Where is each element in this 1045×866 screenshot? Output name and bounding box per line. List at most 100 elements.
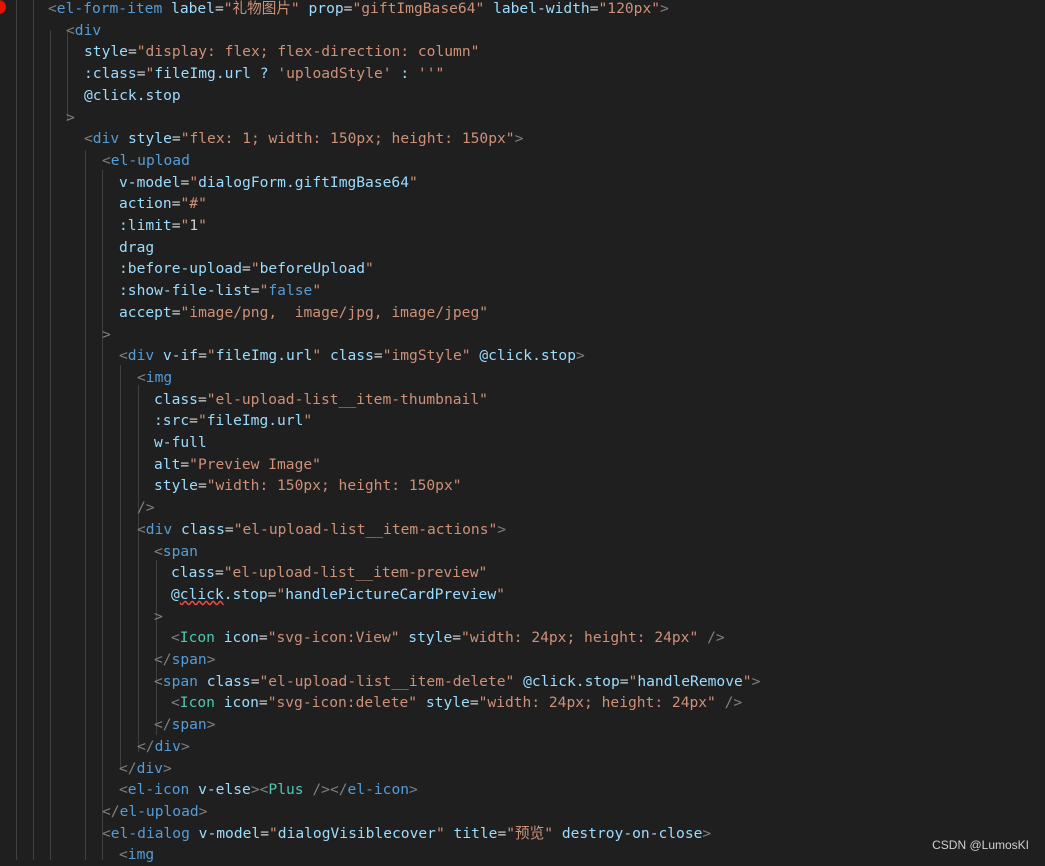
code-token: " [496, 585, 505, 603]
code-token: < [119, 781, 128, 799]
code-token: > [576, 347, 585, 365]
code-token: = [189, 412, 198, 430]
code-token: handleRemove [637, 672, 743, 690]
code-line: <div v-if="fileImg.url" class="imgStyle"… [119, 345, 585, 367]
code-line: <span class = "el-upload-list__item-delete… [154, 671, 760, 693]
code-line: <Icon icon="svg-icon:View" style="width:… [171, 627, 725, 649]
code-token: fileImg.url ? [154, 65, 278, 83]
code-token: accept [119, 303, 172, 321]
code-line: :src="fileImg.url" [154, 410, 312, 432]
code-token: false [268, 282, 313, 300]
code-line: style="width: 150px; height: 150px" [154, 475, 462, 497]
code-editor[interactable]: <el-form-item label="礼物图片" prop="giftImg… [0, 0, 1045, 864]
code-line: <el-dialog v-model="dialogVisiblecover" … [102, 823, 711, 845]
code-token: < [137, 368, 146, 386]
code-token: "width: 24px; height: 24px" [478, 694, 716, 712]
code-token: "礼物图片" [223, 0, 300, 17]
code-token: " [250, 260, 260, 278]
code-token: img [127, 846, 155, 864]
code-token: = [373, 347, 383, 365]
code-token: title [453, 824, 498, 842]
code-token: > [206, 651, 216, 668]
code-token: > [514, 130, 524, 148]
code-token: @ [171, 585, 180, 603]
code-token: > [206, 716, 216, 734]
code-token: el-form-item [56, 0, 163, 17]
code-token: "预览" [506, 824, 554, 842]
code-token: = [258, 694, 268, 712]
code-token: > [497, 520, 507, 538]
code-token: "Preview Image" [189, 455, 321, 473]
code-line: </span> [154, 649, 216, 671]
code-token: < [119, 846, 128, 864]
code-token: > [102, 325, 111, 343]
code-token: Icon [179, 629, 215, 647]
code-token: "display: flex; flex-direction: column" [136, 43, 480, 61]
code-token: < [154, 542, 163, 560]
code-token: @click.stop [84, 86, 181, 104]
code-line: <el-form-item label="礼物图片" prop="giftImg… [48, 0, 669, 20]
code-line: alt="Preview Image" [154, 454, 321, 476]
breakpoint-marker[interactable] [0, 0, 6, 14]
code-token: @click.stop [479, 347, 577, 365]
code-token: style [127, 130, 172, 148]
code-token: div [127, 347, 155, 365]
code-token: style [408, 629, 453, 647]
code-token: = [171, 217, 181, 234]
code-token: > [180, 737, 190, 755]
code-token: div [92, 130, 120, 148]
code-line: </div> [137, 736, 190, 758]
code-token: " [198, 217, 207, 234]
code-token: v-model [119, 173, 181, 191]
code-token: @click.stop [523, 672, 620, 690]
watermark: CSDN @LumosKI [932, 838, 1029, 852]
code-token: label-width [493, 0, 590, 17]
code-token: " [312, 347, 322, 365]
indent-guide [120, 365, 121, 770]
code-token: " [365, 260, 374, 278]
code-token: " [435, 65, 445, 83]
code-token: </ [119, 759, 137, 777]
code-line: action="#" [119, 193, 207, 215]
code-token: fileImg.url [206, 412, 304, 430]
code-token: "#" [180, 195, 207, 213]
code-token: span [162, 542, 198, 560]
code-token: < [102, 824, 111, 842]
code-token: > [162, 759, 172, 777]
code-token: icon [223, 629, 259, 647]
code-line: <Icon icon="svg-icon:delete" style="widt… [171, 692, 742, 714]
code-line: @click.stop [84, 85, 181, 107]
code-token: > [250, 781, 260, 799]
code-token: v-else [198, 781, 251, 799]
code-line: <span [154, 541, 198, 563]
code-token: "el-upload-list__item-thumbnail" [206, 390, 488, 408]
code-token: class [329, 347, 374, 365]
code-token: < [84, 130, 93, 148]
code-token: > [154, 607, 163, 625]
code-line: :limit="1" [119, 215, 207, 237]
code-token: div [74, 21, 102, 39]
code-token: < [154, 672, 163, 690]
code-token: el-upload [119, 802, 199, 820]
code-line: </span> [154, 714, 216, 736]
code-token: v-if [162, 347, 199, 365]
code-token: = [180, 455, 190, 473]
code-line: <el-upload [102, 150, 190, 172]
code-token: " [268, 824, 278, 842]
code-token: destroy-on-close [561, 824, 703, 842]
code-token: drag [119, 238, 155, 256]
code-token: handlePictureCardPreview [285, 585, 497, 603]
code-line: <div style="flex: 1; width: 150px; heigh… [84, 128, 523, 150]
code-token: < [171, 629, 180, 647]
code-token: :show-file-list [119, 282, 251, 300]
code-token: = [171, 303, 181, 321]
code-token: = [136, 65, 146, 83]
code-token: < [48, 0, 57, 17]
code-token: span [171, 716, 207, 734]
code-token: = [260, 824, 269, 842]
